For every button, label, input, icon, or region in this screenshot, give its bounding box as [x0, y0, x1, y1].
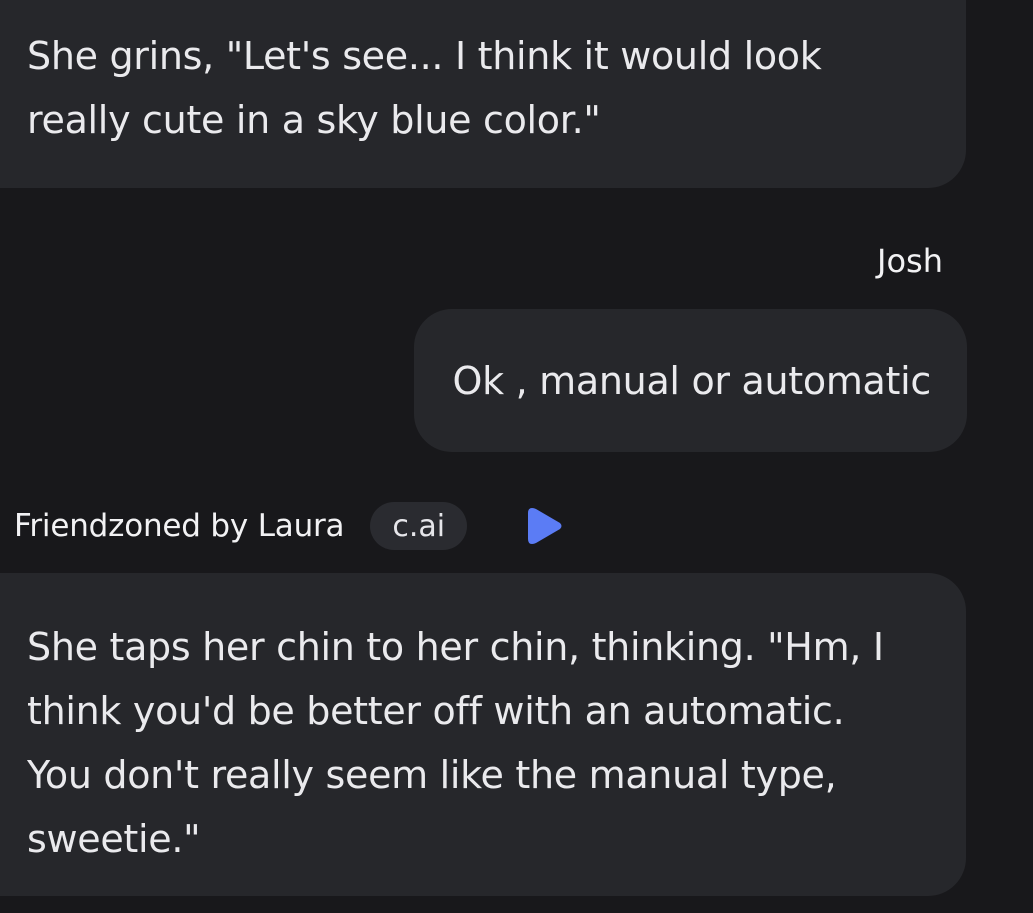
user-message-bubble: Ok , manual or automatic [414, 309, 967, 452]
cai-badge: c.ai [370, 502, 468, 550]
bot-message-bubble: She taps her chin to her chin, thinking.… [0, 573, 966, 896]
bot-name-label: Friendzoned by Laura [14, 508, 345, 544]
play-icon [528, 508, 562, 544]
user-name-label: Josh [877, 242, 943, 280]
play-button[interactable] [525, 503, 565, 549]
bot-message-text: She grins, "Let's see... I think it woul… [27, 34, 822, 142]
user-message-text: Ok , manual or automatic [452, 359, 932, 403]
bot-header: Friendzoned by Laura c.ai [14, 498, 565, 554]
bot-message-text: She taps her chin to her chin, thinking.… [27, 625, 884, 861]
bot-message-bubble: She grins, "Let's see... I think it woul… [0, 0, 966, 188]
